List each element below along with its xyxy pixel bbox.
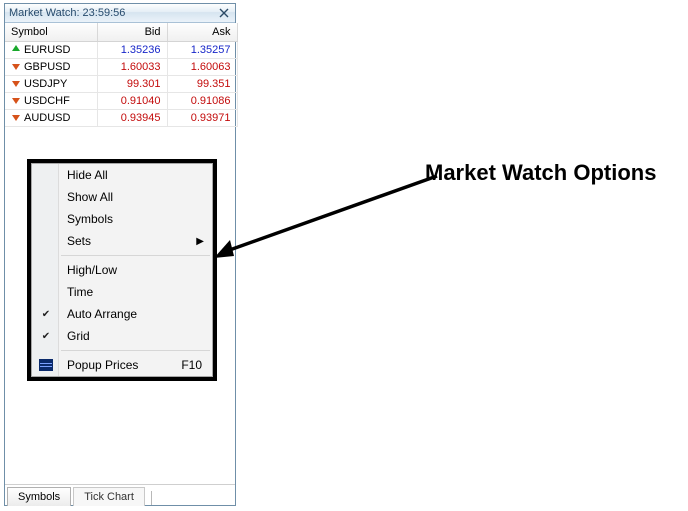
- table-row[interactable]: EURUSD 1.352361.35257: [5, 41, 237, 58]
- menu-auto-arrange[interactable]: ✔ Auto Arrange: [59, 303, 212, 325]
- bid-cell: 1.60033: [97, 58, 167, 75]
- ask-cell: 0.91086: [167, 92, 237, 109]
- menu-hide-all[interactable]: Hide All: [59, 164, 212, 186]
- menu-symbols[interactable]: Symbols: [59, 208, 212, 230]
- tab-symbols[interactable]: Symbols: [7, 487, 71, 506]
- menu-time[interactable]: Time: [59, 281, 212, 303]
- panel-tabs: Symbols Tick Chart: [5, 484, 235, 505]
- symbol-cell: GBPUSD: [24, 61, 70, 73]
- panel-titlebar: Market Watch: 23:59:56: [5, 4, 235, 23]
- bid-cell: 99.301: [97, 75, 167, 92]
- context-menu: Hide All Show All Symbols Sets ▶ High/Lo…: [31, 163, 213, 377]
- ask-cell: 1.35257: [167, 41, 237, 58]
- ask-cell: 0.93971: [167, 109, 237, 126]
- col-bid[interactable]: Bid: [97, 23, 167, 41]
- market-watch-panel: Market Watch: 23:59:56 Symbol Bid Ask EU…: [4, 3, 236, 506]
- symbol-cell: AUDUSD: [24, 112, 70, 124]
- arrow-down-icon: [11, 78, 21, 88]
- menu-separator: [61, 350, 210, 351]
- menu-sets[interactable]: Sets ▶: [59, 230, 212, 252]
- col-ask[interactable]: Ask: [167, 23, 237, 41]
- annotation-label: Market Watch Options: [425, 160, 656, 186]
- ask-cell: 99.351: [167, 75, 237, 92]
- check-icon: ✔: [33, 331, 59, 342]
- menu-separator: [61, 255, 210, 256]
- table-row[interactable]: GBPUSD 1.600331.60063: [5, 58, 237, 75]
- bid-cell: 1.35236: [97, 41, 167, 58]
- popup-prices-icon: [33, 359, 59, 371]
- arrow-down-icon: [11, 95, 21, 105]
- context-menu-gutter: [32, 164, 59, 376]
- menu-popup-prices[interactable]: Popup Prices F10: [59, 354, 212, 376]
- context-menu-highlight: Hide All Show All Symbols Sets ▶ High/Lo…: [27, 159, 217, 381]
- close-icon[interactable]: [217, 6, 231, 20]
- check-icon: ✔: [33, 309, 59, 320]
- table-row[interactable]: USDJPY 99.30199.351: [5, 75, 237, 92]
- menu-accelerator: F10: [181, 358, 212, 372]
- symbol-cell: USDJPY: [24, 78, 67, 90]
- menu-high-low[interactable]: High/Low: [59, 259, 212, 281]
- table-row[interactable]: USDCHF 0.910400.91086: [5, 92, 237, 109]
- menu-show-all[interactable]: Show All: [59, 186, 212, 208]
- arrow-down-icon: [11, 61, 21, 71]
- bid-cell: 0.93945: [97, 109, 167, 126]
- annotation-arrow-icon: [212, 168, 442, 260]
- quotes-table: Symbol Bid Ask EURUSD1.352361.35257GBPUS…: [5, 23, 238, 127]
- symbol-cell: USDCHF: [24, 95, 70, 107]
- table-row[interactable]: AUDUSD 0.939450.93971: [5, 109, 237, 126]
- submenu-arrow-icon: ▶: [196, 236, 212, 247]
- arrow-down-icon: [11, 112, 21, 122]
- menu-grid[interactable]: ✔ Grid: [59, 325, 212, 347]
- col-symbol[interactable]: Symbol: [5, 23, 97, 41]
- tab-strip-end: [151, 491, 153, 505]
- ask-cell: 1.60063: [167, 58, 237, 75]
- tab-tick-chart[interactable]: Tick Chart: [73, 487, 145, 506]
- symbol-cell: EURUSD: [24, 44, 70, 56]
- panel-title-text: Market Watch: 23:59:56: [9, 4, 125, 22]
- bid-cell: 0.91040: [97, 92, 167, 109]
- arrow-up-icon: [11, 44, 21, 54]
